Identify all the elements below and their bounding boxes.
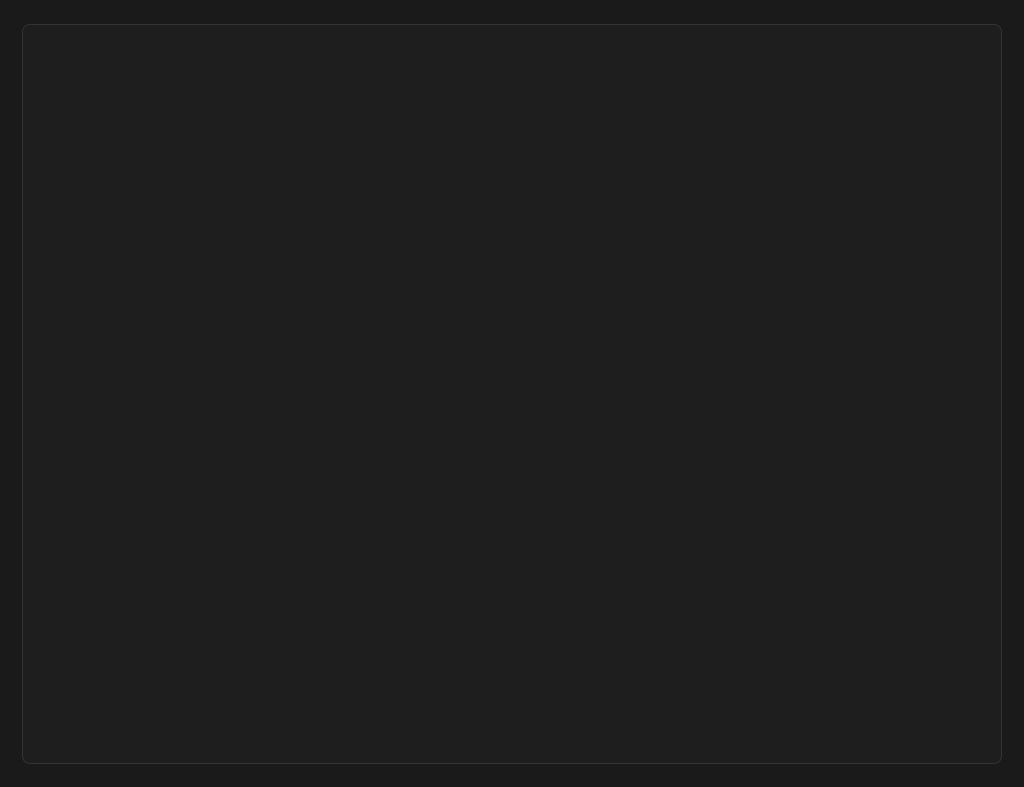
code-block [43,45,971,68]
code-window [22,24,1002,764]
